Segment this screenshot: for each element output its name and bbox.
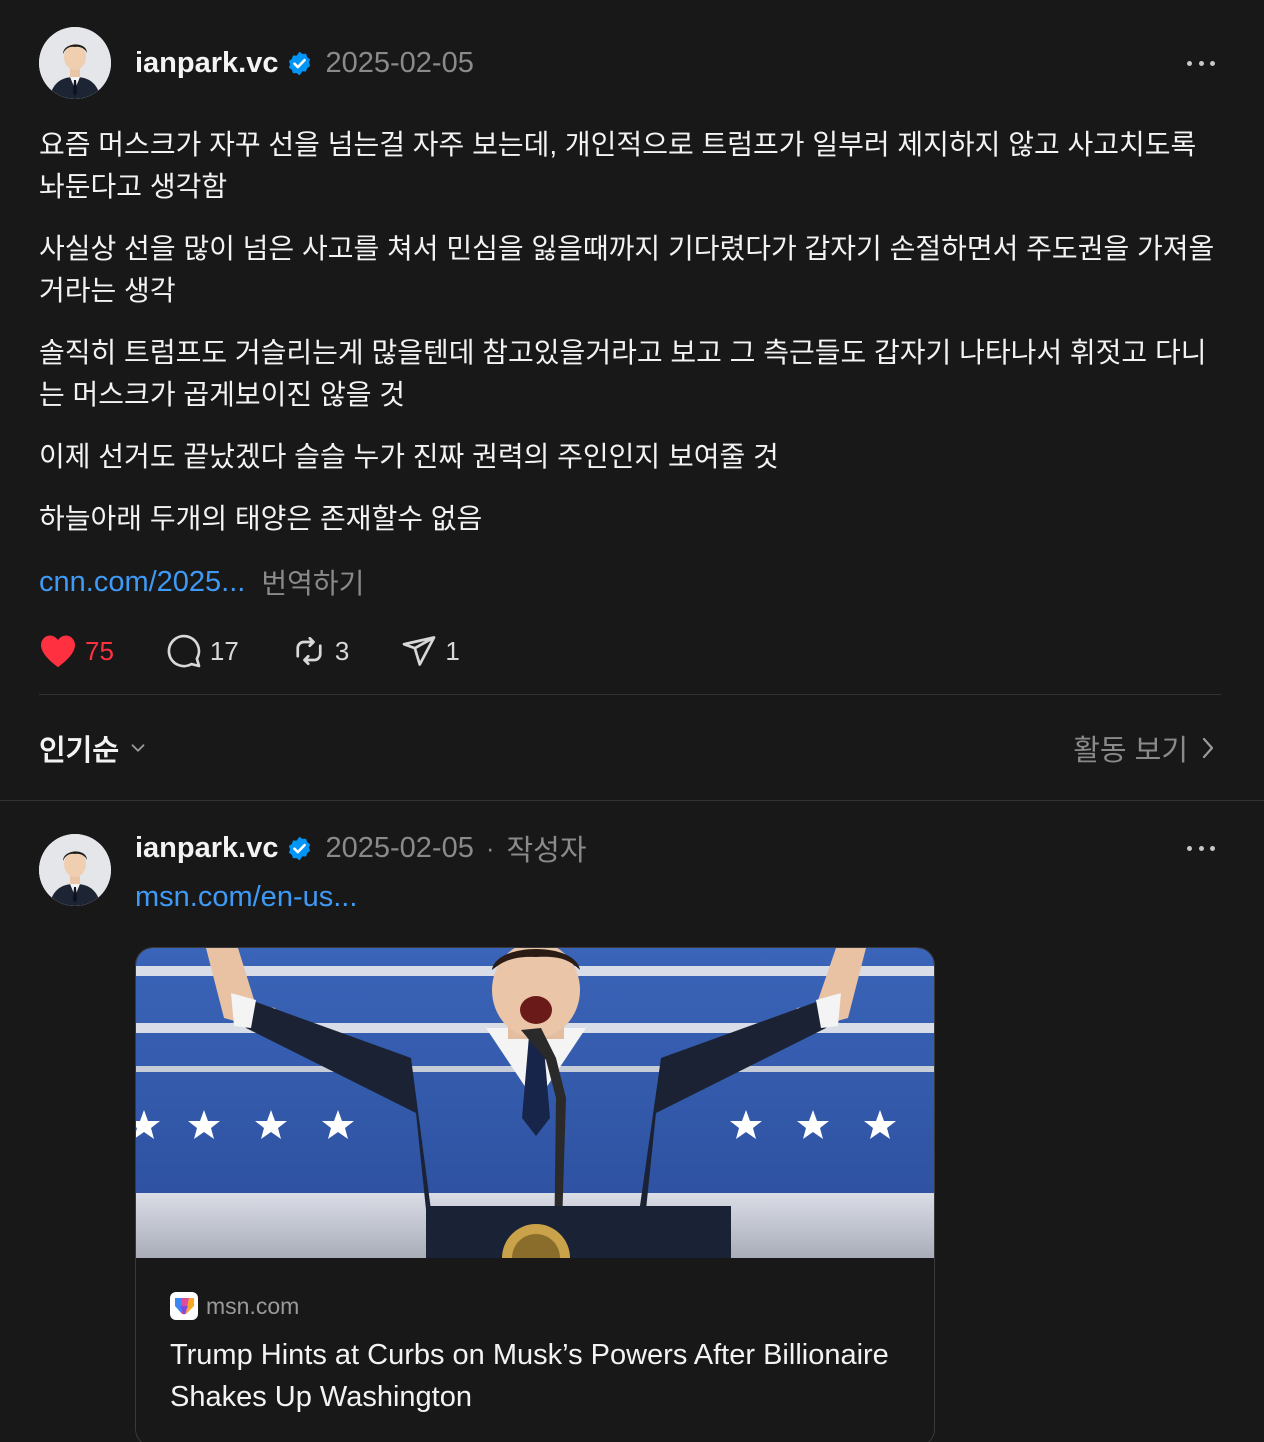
main-post: ianpark.vc 2025-02-05 요즘 머스크가 자꾸 선을 넘는걸 … [0, 0, 1264, 800]
like-button[interactable]: 75 [39, 634, 114, 668]
share-count: 1 [445, 635, 460, 666]
activity-label: 활동 보기 [1073, 735, 1188, 767]
comment-count: 17 [209, 635, 239, 666]
card-title[interactable]: Trump Hints at Curbs on Musk’s Powers Af… [170, 1334, 890, 1418]
post-paragraph: 이제 선거도 끝났겠다 슬슬 누가 진짜 권력의 주인인지 보여줄 것 [39, 441, 779, 472]
reply-date: 2025-02-05 [325, 831, 474, 864]
translate-button[interactable]: 번역하기 [261, 562, 364, 602]
post-paragraph: 요즘 머스크가 자꾸 선을 넘는걸 자주 보는데, 개인적으로 트럼프가 일부러… [39, 129, 1197, 202]
repost-count: 3 [334, 635, 350, 666]
reply-header: ianpark.vc 2025-02-05 · 작성자 [135, 828, 587, 868]
reply-link-row: msn.com/en-us... [135, 875, 357, 919]
sort-label: 인기순 [39, 735, 120, 767]
heart-icon [41, 635, 75, 668]
sort-dropdown[interactable]: 인기순 [39, 726, 149, 770]
card-source: msn.com [170, 1292, 299, 1320]
preview-image [136, 948, 934, 1258]
card-source-domain: msn.com [206, 1292, 300, 1319]
verified-badge-icon [286, 835, 313, 862]
post-header: ianpark.vc 2025-02-05 [135, 43, 474, 83]
share-icon [402, 636, 436, 666]
like-count: 75 [85, 635, 114, 666]
author-tag: 작성자 [506, 835, 587, 867]
comment-icon [167, 634, 201, 668]
reply-link[interactable]: msn.com/en-us... [135, 881, 357, 914]
post-date: 2025-02-05 [325, 46, 474, 79]
verified-badge-icon [286, 50, 313, 77]
share-button[interactable]: 1 [401, 633, 460, 669]
divider [39, 694, 1221, 695]
username[interactable]: ianpark.vc [135, 832, 278, 865]
username[interactable]: ianpark.vc [135, 47, 278, 80]
avatar[interactable] [39, 27, 111, 99]
post-paragraph: 하늘아래 두개의 태양은 존재할수 없음 [39, 503, 483, 534]
avatar[interactable] [39, 834, 111, 906]
chevron-right-icon [1202, 737, 1214, 759]
post-link[interactable]: cnn.com/2025... [39, 566, 245, 599]
separator: · [485, 832, 495, 863]
post-paragraph: 솔직히 트럼프도 거슬리는게 많을텐데 참고있을거라고 보고 그 측근들도 갑자… [39, 337, 1207, 410]
msn-favicon-icon [170, 1292, 198, 1320]
post-link-row: cnn.com/2025... 번역하기 [39, 560, 364, 604]
post-paragraph: 사실상 선을 많이 넘은 사고를 쳐서 민심을 잃을때까지 기다렸다가 갑자기 … [39, 233, 1215, 306]
more-icon[interactable] [1181, 836, 1221, 860]
comment-button[interactable]: 17 [166, 633, 239, 669]
link-preview-card[interactable]: msn.com Trump Hints at Curbs on Musk’s P… [135, 947, 935, 1442]
repost-button[interactable]: 3 [291, 633, 349, 669]
post-actions: 75 17 3 1 [39, 628, 512, 674]
chevron-down-icon [131, 744, 145, 752]
repost-icon [296, 636, 322, 666]
more-icon[interactable] [1181, 51, 1221, 75]
view-activity-button[interactable]: 활동 보기 [1073, 726, 1218, 770]
